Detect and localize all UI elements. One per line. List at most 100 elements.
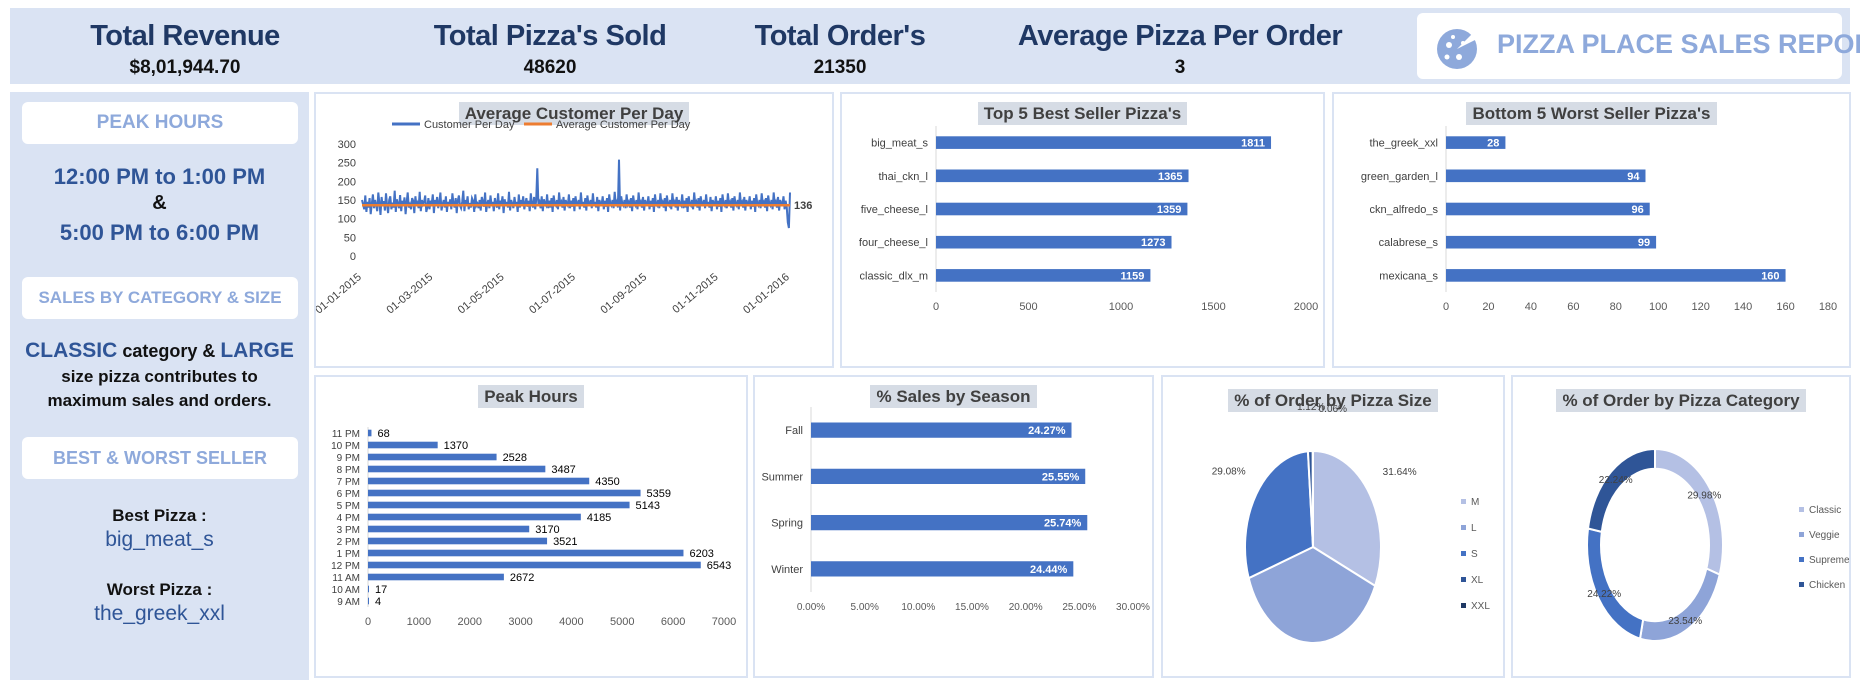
kpi-label: Total Pizza's Sold xyxy=(433,20,667,52)
data-label: 160 xyxy=(1761,270,1779,282)
panel-bottom5: Bottom 5 Worst Seller Pizza's 0 20 40 60 80 1… xyxy=(1332,92,1851,368)
data-label: 2528 xyxy=(503,452,527,464)
data-label: 68 xyxy=(377,428,389,440)
category-label: green_garden_l xyxy=(1361,171,1438,183)
report-title-box: PIZZA PLACE SALES REPORT xyxy=(1417,13,1860,79)
kpi-total-orders: Total Order's 21350 xyxy=(730,20,950,79)
sales-insight-line2: size pizza contributes to xyxy=(61,367,258,386)
x-tick-label: 1500 xyxy=(1201,301,1225,313)
bar xyxy=(1446,202,1650,216)
category-label: 6 PM xyxy=(337,489,360,500)
bar xyxy=(368,429,372,437)
sales-insight-line1: CLASSIC category & LARGE xyxy=(10,339,309,363)
legend-swatch xyxy=(1461,525,1466,530)
peak-hours-heading: PEAK HOURS xyxy=(22,102,298,144)
x-tick-label: 0 xyxy=(933,301,939,313)
category-label: 12 PM xyxy=(331,561,360,572)
size-chart: 31.64%38.10%29.08%1.12%0.06%MLSXLXXL xyxy=(1212,402,1490,644)
x-tick-label: 160 xyxy=(1776,301,1794,313)
bar xyxy=(368,501,630,509)
kpi-value: 21350 xyxy=(813,57,867,78)
bar xyxy=(368,549,684,557)
bar xyxy=(936,202,1188,216)
legend-label: Veggie xyxy=(1809,530,1840,541)
category-label: the_greek_xxl xyxy=(1370,138,1439,150)
x-tick-label: 4000 xyxy=(559,616,583,628)
average-data-label: 136 xyxy=(794,200,812,212)
bar xyxy=(936,269,1151,282)
data-label: 99 xyxy=(1638,237,1650,249)
bar xyxy=(368,561,701,569)
data-label: 5143 xyxy=(636,500,660,512)
category-label: 1 PM xyxy=(337,549,360,560)
y-tick-label: 150 xyxy=(338,195,356,207)
peak-hours-chart: 0 1000 2000 3000 4000 5000 6000 7000 11 PM 68 10 P… xyxy=(331,427,736,628)
category-chart: 29.98% 23.54% 24.22% 22.24% Classic Veggie Sup… xyxy=(1586,447,1849,642)
data-label: 1370 xyxy=(444,440,468,452)
category-label: 4 PM xyxy=(337,513,360,524)
category-label: ckn_alfredo_s xyxy=(1370,204,1439,216)
category-label: mexicana_s xyxy=(1379,270,1438,282)
x-tick-label: 1000 xyxy=(1109,301,1133,313)
x-tick-label: 0.00% xyxy=(797,602,825,613)
data-label: 24.27% xyxy=(1028,425,1066,437)
bar xyxy=(368,489,641,497)
bar xyxy=(368,477,590,485)
legend-label: M xyxy=(1471,497,1479,508)
bar xyxy=(368,465,546,473)
x-tick-label: 2000 xyxy=(457,616,481,628)
x-tick-label: 7000 xyxy=(712,616,736,628)
legend-swatch xyxy=(1461,603,1466,608)
data-label: 94 xyxy=(1627,171,1640,183)
slice-label: 23.54% xyxy=(1668,616,1702,627)
x-tick-label: 01-09-2015 xyxy=(598,271,649,316)
category-label: 8 PM xyxy=(337,465,360,476)
bar xyxy=(368,573,504,581)
bar xyxy=(368,441,438,449)
worst-pizza-label: Worst Pizza : xyxy=(106,580,213,599)
pizza-icon xyxy=(1437,29,1478,69)
x-tick-label: 15.00% xyxy=(955,602,989,613)
sales-category-size-heading: SALES BY CATEGORY & SIZE xyxy=(22,277,298,319)
y-tick-label: 50 xyxy=(344,232,356,244)
category-label: Spring xyxy=(771,518,803,530)
data-label: 28 xyxy=(1487,138,1499,150)
x-tick-label: 60 xyxy=(1567,301,1579,313)
category-label: 10 AM xyxy=(332,585,360,596)
bar xyxy=(368,537,548,545)
panel-peak-hours: Peak Hours 0 1000 2000 3000 4000 5000 6000 7000… xyxy=(314,375,748,678)
x-tick-label: 40 xyxy=(1525,301,1537,313)
data-label: 6543 xyxy=(707,560,731,572)
worst-pizza-value: the_greek_xxl xyxy=(94,602,225,625)
data-label: 4 xyxy=(375,596,381,608)
x-tick-label: 20 xyxy=(1482,301,1494,313)
bar xyxy=(936,235,1172,249)
data-label: 96 xyxy=(1631,204,1643,216)
x-tick-label: 100 xyxy=(1649,301,1667,313)
pie-slice xyxy=(1586,447,1656,534)
data-label: 1365 xyxy=(1158,171,1182,183)
legend-label: L xyxy=(1471,523,1477,534)
category-label: 10 PM xyxy=(331,441,360,452)
kpi-total-pizzas-sold: Total Pizza's Sold 48620 xyxy=(400,20,700,79)
panel-category: % of Order by Pizza Category 29.98% 23.54… xyxy=(1511,375,1851,678)
kpi-label: Average Pizza Per Order xyxy=(1017,20,1343,52)
kpi-value: 3 xyxy=(1174,57,1186,78)
legend-swatch xyxy=(1799,557,1804,562)
legend-swatch xyxy=(1799,507,1804,512)
category-label: Winter xyxy=(771,564,803,576)
best-pizza-value: big_meat_s xyxy=(105,528,214,551)
x-tick-label: 01-05-2015 xyxy=(456,271,507,316)
x-tick-label: 500 xyxy=(1019,301,1037,313)
best-worst-heading: BEST & WORST SELLER xyxy=(22,437,298,479)
kpi-value: 48620 xyxy=(523,57,577,78)
kpi-value: $8,01,944.70 xyxy=(129,57,241,78)
data-label: 3170 xyxy=(535,524,559,536)
sales-mid-text: category & xyxy=(117,341,221,361)
kpi-label: Total Revenue xyxy=(90,20,280,52)
bar xyxy=(1446,235,1657,249)
top5-chart: 0 500 1000 1500 2000 big_meat_s 1811 thai_ckn_l… xyxy=(859,126,1318,313)
category-label: Summer xyxy=(761,471,803,483)
data-label: 5359 xyxy=(647,488,671,500)
y-tick-label: 250 xyxy=(338,158,356,170)
